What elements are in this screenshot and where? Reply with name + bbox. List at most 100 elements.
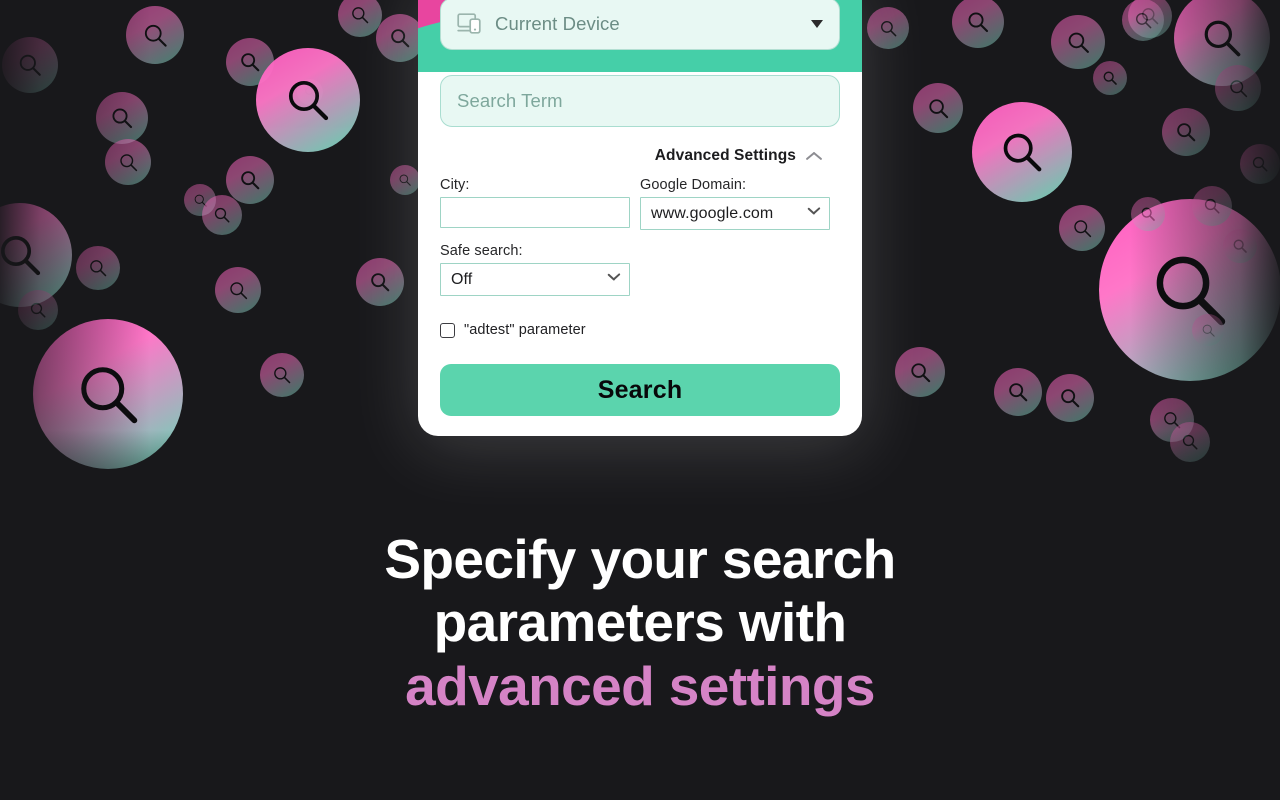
advanced-settings-toggle[interactable]: Advanced Settings <box>440 147 840 165</box>
google-domain-value: www.google.com <box>651 204 774 222</box>
safe-search-select[interactable]: Off <box>440 263 630 296</box>
grid-spacer <box>640 243 830 296</box>
adtest-label: "adtest" parameter <box>464 322 586 338</box>
magnifier-bubble <box>913 83 963 133</box>
magnifier-bubble <box>202 195 242 235</box>
magnifier-icon <box>1073 219 1091 237</box>
magnifier-bubble <box>356 258 404 306</box>
google-domain-field: Google Domain: www.google.com <box>640 177 830 230</box>
magnifier-bubble <box>1162 108 1210 156</box>
magnifier-bubble <box>226 156 274 204</box>
city-input[interactable] <box>440 197 630 228</box>
magnifier-bubble <box>1051 15 1105 69</box>
magnifier-icon <box>1177 123 1196 142</box>
headline-line-2: parameters with <box>433 591 847 654</box>
magnifier-icon <box>1141 207 1155 221</box>
magnifier-bubble <box>1240 144 1280 184</box>
extension-popup: Current Device Search Term Advanced Sett… <box>418 0 862 436</box>
magnifier-icon <box>80 366 137 423</box>
magnifier-icon <box>30 302 46 318</box>
magnifier-bubble <box>1192 314 1224 346</box>
magnifier-bubble <box>1170 422 1210 462</box>
magnifier-icon <box>1229 79 1247 97</box>
magnifier-bubble <box>76 246 120 290</box>
safe-search-value: Off <box>451 270 473 288</box>
magnifier-icon <box>1003 133 1042 172</box>
magnifier-bubble <box>215 267 261 313</box>
device-select-value: Current Device <box>495 13 620 34</box>
magnifier-icon <box>288 80 329 121</box>
adtest-checkbox[interactable] <box>440 322 455 338</box>
search-button[interactable]: Search <box>440 364 840 416</box>
magnifier-bubble <box>1059 205 1105 251</box>
city-field: City: <box>440 177 630 230</box>
magnifier-icon <box>1009 383 1028 402</box>
magnifier-icon <box>391 29 410 48</box>
magnifier-icon <box>241 53 260 72</box>
magnifier-bubble <box>1093 61 1127 95</box>
magnifier-bubble <box>33 319 183 469</box>
safe-search-label: Safe search: <box>440 243 523 259</box>
chevron-down-icon <box>807 210 820 218</box>
magnifier-icon <box>352 7 369 24</box>
magnifier-bubble <box>1223 229 1257 263</box>
safe-search-field: Safe search: Off <box>440 243 630 296</box>
magnifier-icon <box>880 20 896 36</box>
device-screen-icon <box>457 13 483 35</box>
magnifier-icon <box>910 362 930 382</box>
magnifier-bubble <box>1131 197 1165 231</box>
search-term-input[interactable]: Search Term <box>440 75 840 127</box>
magnifier-icon <box>1252 156 1268 172</box>
magnifier-icon <box>214 207 230 223</box>
magnifier-icon <box>371 273 390 292</box>
magnifier-icon <box>968 12 989 33</box>
magnifier-icon <box>119 153 137 171</box>
magnifier-icon <box>1233 239 1247 253</box>
magnifier-bubble <box>895 347 945 397</box>
magnifier-bubble <box>1192 186 1232 226</box>
adtest-checkbox-row[interactable]: "adtest" parameter <box>440 322 840 338</box>
chevron-down-icon <box>607 276 620 284</box>
magnifier-icon <box>241 171 260 190</box>
caret-down-icon[interactable] <box>811 20 823 28</box>
device-select[interactable]: Current Device <box>440 0 840 50</box>
magnifier-icon <box>399 174 411 186</box>
magnifier-icon <box>1135 12 1151 28</box>
google-domain-select[interactable]: www.google.com <box>640 197 830 230</box>
chevron-up-icon[interactable] <box>806 151 822 161</box>
magnifier-bubble <box>1122 0 1164 41</box>
magnifier-icon <box>229 281 247 299</box>
magnifier-icon <box>1204 198 1220 214</box>
magnifier-icon <box>274 367 291 384</box>
city-label: City: <box>440 177 470 193</box>
magnifier-bubble <box>867 7 909 49</box>
magnifier-bubble <box>994 368 1042 416</box>
popup-body: Search Term Advanced Settings City: Goog… <box>418 75 862 416</box>
magnifier-bubble <box>952 0 1004 48</box>
magnifier-bubble <box>256 48 360 152</box>
magnifier-bubble <box>105 139 151 185</box>
headline-line-3-accent: advanced settings <box>405 654 875 717</box>
magnifier-bubble <box>338 0 382 37</box>
magnifier-icon <box>1204 20 1241 57</box>
magnifier-bubble <box>96 92 148 144</box>
promo-screenshot: Current Device Search Term Advanced Sett… <box>0 0 1280 800</box>
magnifier-bubble <box>376 14 424 62</box>
magnifier-bubble <box>126 6 184 64</box>
magnifier-icon <box>19 54 41 76</box>
magnifier-icon <box>90 260 107 277</box>
popup-card: Current Device Search Term Advanced Sett… <box>418 0 862 436</box>
headline: Specify your search parameters with adva… <box>0 528 1280 718</box>
magnifier-icon <box>1061 389 1080 408</box>
magnifier-icon <box>112 108 133 129</box>
magnifier-icon <box>928 98 948 118</box>
magnifier-bubble <box>260 353 304 397</box>
magnifier-bubble <box>1046 374 1094 422</box>
magnifier-icon <box>1202 324 1215 337</box>
magnifier-bubble <box>2 37 58 93</box>
search-term-placeholder: Search Term <box>457 90 563 111</box>
magnifier-icon <box>1103 71 1117 85</box>
advanced-settings-label: Advanced Settings <box>654 147 796 164</box>
headline-line-1: Specify your search <box>384 528 896 590</box>
advanced-fields-grid: City: Google Domain: www.google.com Safe… <box>440 177 840 296</box>
